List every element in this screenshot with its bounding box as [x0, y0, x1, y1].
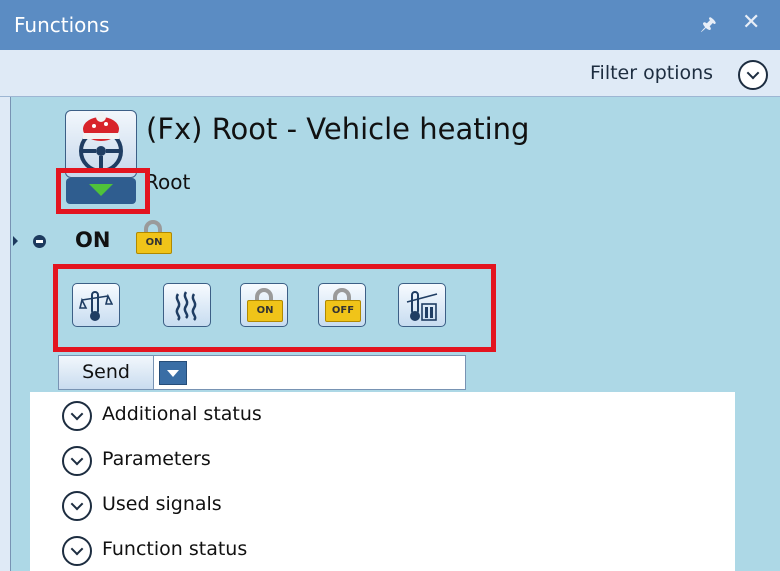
lock-state-label: ON	[136, 232, 172, 254]
chevron-down-icon[interactable]	[62, 401, 92, 431]
panel-title: Functions	[14, 13, 110, 37]
send-dropdown-button[interactable]	[159, 361, 187, 385]
function-state: ON	[75, 228, 111, 252]
left-gutter	[0, 97, 10, 571]
send-button[interactable]: Send	[59, 356, 154, 389]
panel-titlebar: Functions 🖈 ✕	[0, 0, 780, 50]
highlight-box-expand	[56, 168, 150, 214]
close-icon[interactable]: ✕	[742, 10, 760, 35]
filter-options-label[interactable]: Filter options	[590, 62, 713, 84]
section-label: Used signals	[102, 493, 222, 515]
filter-bar: Filter options	[0, 50, 780, 97]
chevron-down-icon[interactable]	[62, 446, 92, 476]
functions-panel: Functions 🖈 ✕ Filter options (Fx) Root -…	[0, 0, 780, 571]
section-label: Parameters	[102, 448, 211, 470]
pin-icon[interactable]: 🖈	[700, 12, 717, 42]
row-expand-arrow-icon[interactable]	[13, 236, 18, 246]
section-label: Additional status	[102, 403, 262, 425]
section-label: Function status	[102, 538, 248, 560]
function-subtitle: Root	[145, 170, 191, 194]
filter-options-chevron-icon[interactable]	[738, 60, 768, 90]
chevron-down-icon[interactable]	[62, 536, 92, 566]
function-title: (Fx) Root - Vehicle heating	[146, 112, 530, 146]
chevron-down-icon[interactable]	[62, 491, 92, 521]
highlight-box-commands	[53, 264, 496, 352]
send-command-row: Send	[58, 355, 466, 390]
collapse-icon[interactable]	[33, 235, 46, 248]
lock-on-state-icon: ON	[136, 220, 172, 254]
